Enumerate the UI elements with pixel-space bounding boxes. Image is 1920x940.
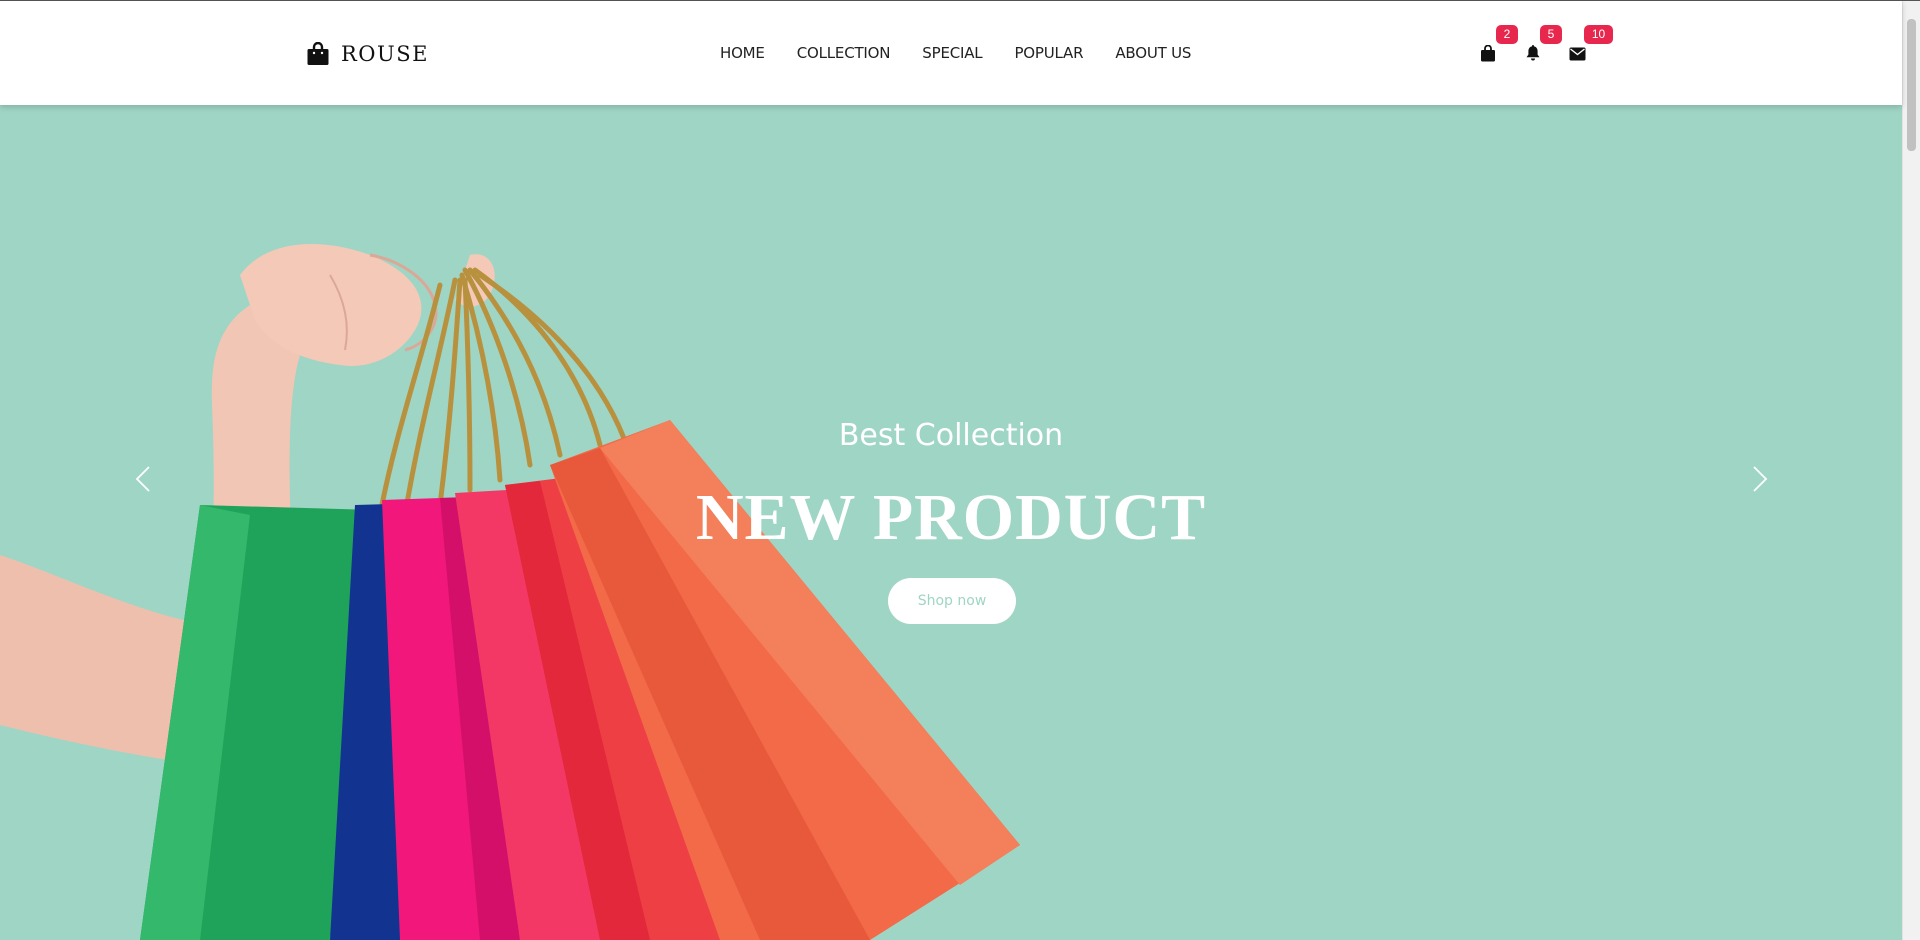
navbar: ROUSE HOME COLLECTION SPECIAL POPULAR AB… (0, 1, 1902, 105)
shopping-bag-icon (307, 42, 329, 65)
messages-count-badge: 10 (1584, 25, 1613, 44)
carousel-prev-button[interactable] (128, 453, 158, 501)
carousel-next-button[interactable] (1745, 453, 1775, 501)
main-menu: HOME COLLECTION SPECIAL POPULAR ABOUT US (720, 43, 1191, 63)
messages-button[interactable]: 10 (1567, 25, 1613, 65)
envelope-icon (1569, 47, 1586, 61)
brand-name: ROUSE (341, 42, 429, 66)
brand-logo[interactable]: ROUSE (306, 39, 429, 69)
nav-about-us[interactable]: ABOUT US (1115, 43, 1191, 63)
nav-home[interactable]: HOME (720, 43, 765, 63)
hero-title: NEW PRODUCT (695, 481, 1207, 554)
hero-banner: Best Collection NEW PRODUCT Shop now (0, 105, 1902, 940)
bell-icon (1526, 45, 1540, 61)
chevron-right-icon (1753, 466, 1768, 492)
notifications-count-badge: 5 (1540, 25, 1562, 44)
scrollbar-thumb[interactable] (1907, 19, 1916, 151)
nav-popular[interactable]: POPULAR (1014, 43, 1083, 63)
nav-special[interactable]: SPECIAL (922, 43, 982, 63)
nav-collection[interactable]: COLLECTION (797, 43, 891, 63)
chevron-left-icon (135, 466, 150, 492)
shop-now-button[interactable]: Shop now (888, 578, 1016, 624)
hero-subtitle: Best Collection (838, 418, 1064, 453)
cart-button[interactable]: 2 (1478, 25, 1518, 65)
page-scrollbar[interactable] (1902, 1, 1920, 940)
cart-count-badge: 2 (1496, 25, 1518, 44)
notifications-button[interactable]: 5 (1523, 25, 1562, 65)
shopping-bag-icon (1481, 45, 1495, 62)
